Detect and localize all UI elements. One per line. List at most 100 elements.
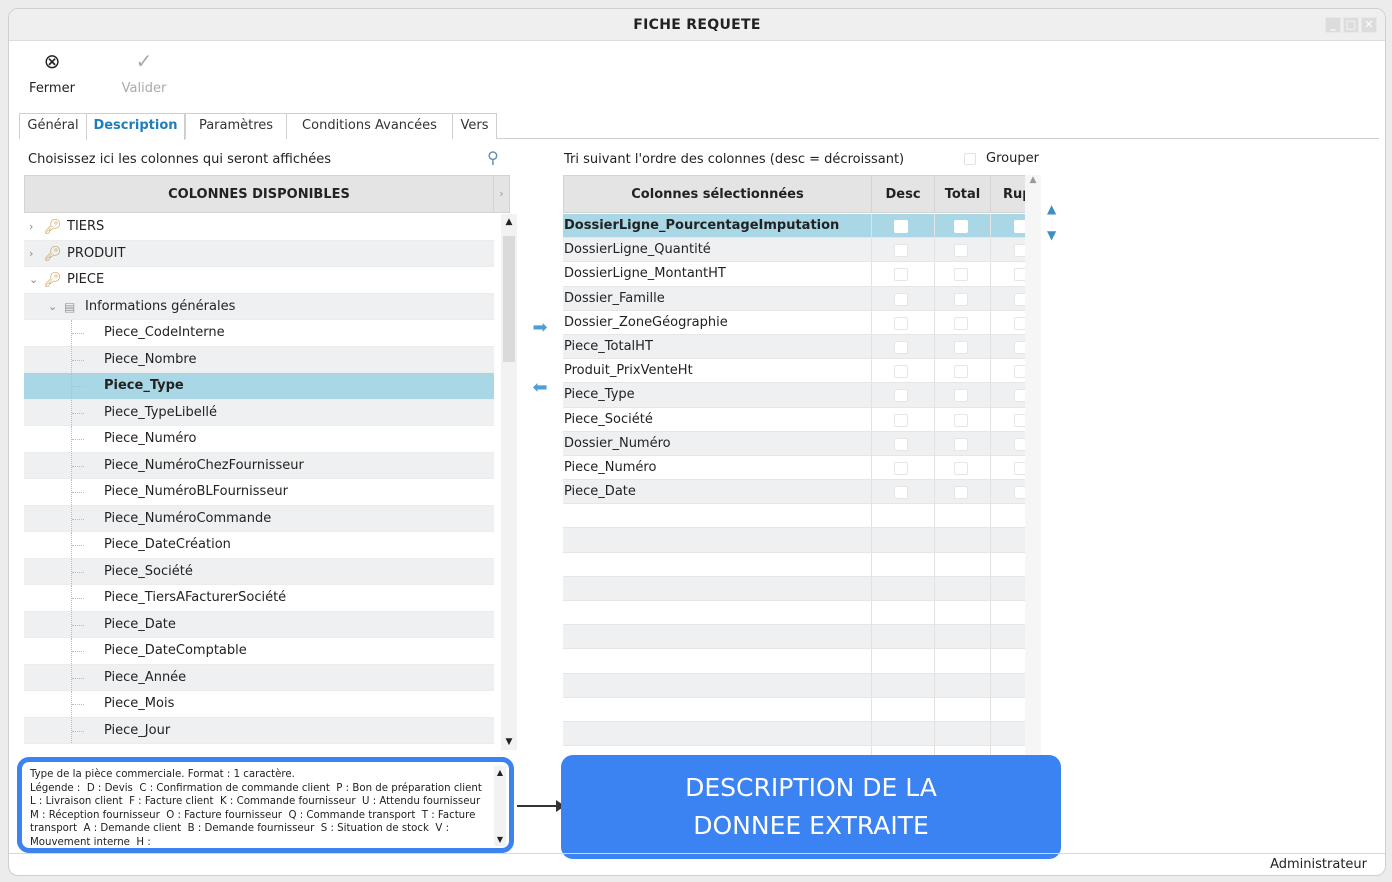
selected-column-row[interactable]: DossierLigne_PourcentageImputation <box>563 214 1025 239</box>
total-checkbox[interactable] <box>954 461 968 475</box>
total-checkbox[interactable] <box>954 389 968 403</box>
remove-column-arrow-icon[interactable]: ⬅ <box>529 377 551 399</box>
tree-item[interactable]: Piece_NuméroBLFournisseur <box>24 479 494 506</box>
tree-item[interactable]: Piece_Numéro <box>24 426 494 453</box>
scroll-down-icon[interactable]: ▼ <box>494 833 506 847</box>
tree-item[interactable]: Piece_Société <box>24 558 494 585</box>
chevron-icon[interactable]: › <box>29 241 33 267</box>
group-checkbox[interactable]: Grouper <box>964 151 1039 166</box>
desc-checkbox[interactable] <box>894 220 908 233</box>
selected-column-row[interactable]: Produit_PrixVenteHt <box>563 359 1025 384</box>
desc-checkbox[interactable] <box>894 461 908 475</box>
tree-item[interactable]: ⌄ ▤ Informations générales <box>24 293 494 320</box>
total-checkbox[interactable] <box>954 292 968 306</box>
group-checkbox-box[interactable] <box>964 152 976 165</box>
scroll-up-icon[interactable]: ▲ <box>494 766 506 780</box>
col-header-desc[interactable]: Desc <box>871 175 935 213</box>
close-window-icon[interactable]: ✕ <box>1361 17 1377 33</box>
total-checkbox[interactable] <box>954 220 968 233</box>
total-checkbox[interactable] <box>954 437 968 451</box>
desc-checkbox[interactable] <box>894 486 908 500</box>
selected-column-row[interactable]: DossierLigne_Quantité <box>563 238 1025 263</box>
tree-item[interactable]: Piece_DateCréation <box>24 532 494 559</box>
chevron-icon[interactable]: ⌄ <box>29 267 38 293</box>
desc-checkbox[interactable] <box>894 413 908 427</box>
desc-checkbox[interactable] <box>894 292 908 306</box>
desc-checkbox[interactable] <box>894 389 908 403</box>
tab-conditions-avancees[interactable]: Conditions Avancées <box>286 113 453 139</box>
rupture-checkbox[interactable] <box>1014 486 1025 500</box>
selected-column-row[interactable]: Piece_Type <box>563 383 1025 408</box>
validate-button[interactable]: ✓ Valider <box>109 47 179 96</box>
desc-checkbox[interactable] <box>894 437 908 451</box>
tab-general[interactable]: Général <box>19 113 87 139</box>
move-up-icon[interactable]: ▲ <box>1047 202 1056 216</box>
tree-item[interactable]: Piece_TypeLibellé <box>24 399 494 426</box>
tree-item[interactable]: Piece_Date <box>24 611 494 638</box>
close-button[interactable]: ⊗ Fermer <box>17 47 87 96</box>
scroll-down-icon[interactable]: ▼ <box>501 734 517 750</box>
description-scrollbar[interactable]: ▲ ▼ <box>494 766 506 846</box>
selected-column-row[interactable]: Dossier_ZoneGéographie <box>563 310 1025 335</box>
desc-checkbox[interactable] <box>894 268 908 282</box>
tree-scrollbar[interactable]: ▲ ▼ <box>501 214 517 750</box>
desc-checkbox[interactable] <box>894 244 908 258</box>
rupture-checkbox[interactable] <box>1014 365 1025 379</box>
minimize-icon[interactable]: _ <box>1325 17 1341 33</box>
total-checkbox[interactable] <box>954 486 968 500</box>
tree-item[interactable]: Piece_CodeInterne <box>24 320 494 347</box>
tree-item[interactable]: ⌄ 🔑︎ PIECE <box>24 267 494 294</box>
selected-column-row[interactable]: Piece_Numéro <box>563 455 1025 481</box>
rupture-checkbox[interactable] <box>1014 437 1025 451</box>
total-checkbox[interactable] <box>954 244 968 258</box>
tree-item[interactable]: Piece_DateComptable <box>24 638 494 665</box>
selected-column-row[interactable]: DossierLigne_MontantHT <box>563 262 1025 287</box>
selected-column-row[interactable]: Dossier_Numéro <box>563 431 1025 456</box>
rupture-checkbox[interactable] <box>1014 340 1025 354</box>
search-icon[interactable]: ⚲ <box>487 148 499 167</box>
rupture-checkbox[interactable] <box>1014 461 1025 475</box>
rupture-checkbox[interactable] <box>1014 244 1025 258</box>
rupture-checkbox[interactable] <box>1014 220 1025 233</box>
selected-column-row[interactable]: Piece_TotalHT <box>563 334 1025 360</box>
tree-item[interactable]: Piece_TiersAFacturerSociété <box>24 585 494 612</box>
tree-item[interactable]: Piece_NuméroCommande <box>24 505 494 532</box>
chevron-right-icon[interactable]: › <box>494 175 510 213</box>
desc-checkbox[interactable] <box>894 365 908 379</box>
tree-item[interactable]: Piece_Mois <box>24 691 494 718</box>
rupture-checkbox[interactable] <box>1014 413 1025 427</box>
maximize-icon[interactable]: □ <box>1343 17 1359 33</box>
tree-item[interactable]: › 🔑︎ TIERS <box>24 214 494 241</box>
tree-item[interactable]: Piece_Nombre <box>24 346 494 373</box>
rupture-checkbox[interactable] <box>1014 389 1025 403</box>
chevron-icon[interactable]: › <box>29 214 33 240</box>
tree-item[interactable]: › 🔑︎ PRODUIT <box>24 240 494 267</box>
tab-vers[interactable]: Vers <box>452 113 497 139</box>
selected-columns-scrollbar[interactable]: ▲ <box>1025 175 1041 755</box>
scroll-up-icon[interactable]: ▲ <box>501 214 517 230</box>
total-checkbox[interactable] <box>954 268 968 282</box>
selected-column-row[interactable]: Dossier_Famille <box>563 286 1025 311</box>
tab-parametres[interactable]: Paramètres <box>185 113 287 139</box>
total-checkbox[interactable] <box>954 340 968 354</box>
scroll-thumb[interactable] <box>503 236 515 362</box>
tree-item[interactable]: Piece_Type <box>24 373 494 400</box>
total-checkbox[interactable] <box>954 365 968 379</box>
col-header-rupture[interactable]: Rupt <box>990 175 1026 213</box>
rupture-checkbox[interactable] <box>1014 316 1025 330</box>
tree-item[interactable]: Piece_Année <box>24 664 494 691</box>
scroll-up-icon[interactable]: ▲ <box>1025 175 1041 191</box>
total-checkbox[interactable] <box>954 413 968 427</box>
desc-checkbox[interactable] <box>894 340 908 354</box>
rupture-checkbox[interactable] <box>1014 292 1025 306</box>
total-checkbox[interactable] <box>954 316 968 330</box>
col-header-total[interactable]: Total <box>934 175 991 213</box>
add-column-arrow-icon[interactable]: ➡ <box>529 317 551 339</box>
tree-item[interactable]: Piece_Jour <box>24 717 494 744</box>
move-down-icon[interactable]: ▼ <box>1047 228 1056 242</box>
tree-item[interactable]: Piece_NuméroChezFournisseur <box>24 452 494 479</box>
selected-column-row[interactable]: Piece_Date <box>563 480 1025 505</box>
desc-checkbox[interactable] <box>894 316 908 330</box>
chevron-icon[interactable]: ⌄ <box>48 294 57 320</box>
tab-description[interactable]: Description <box>86 113 185 140</box>
